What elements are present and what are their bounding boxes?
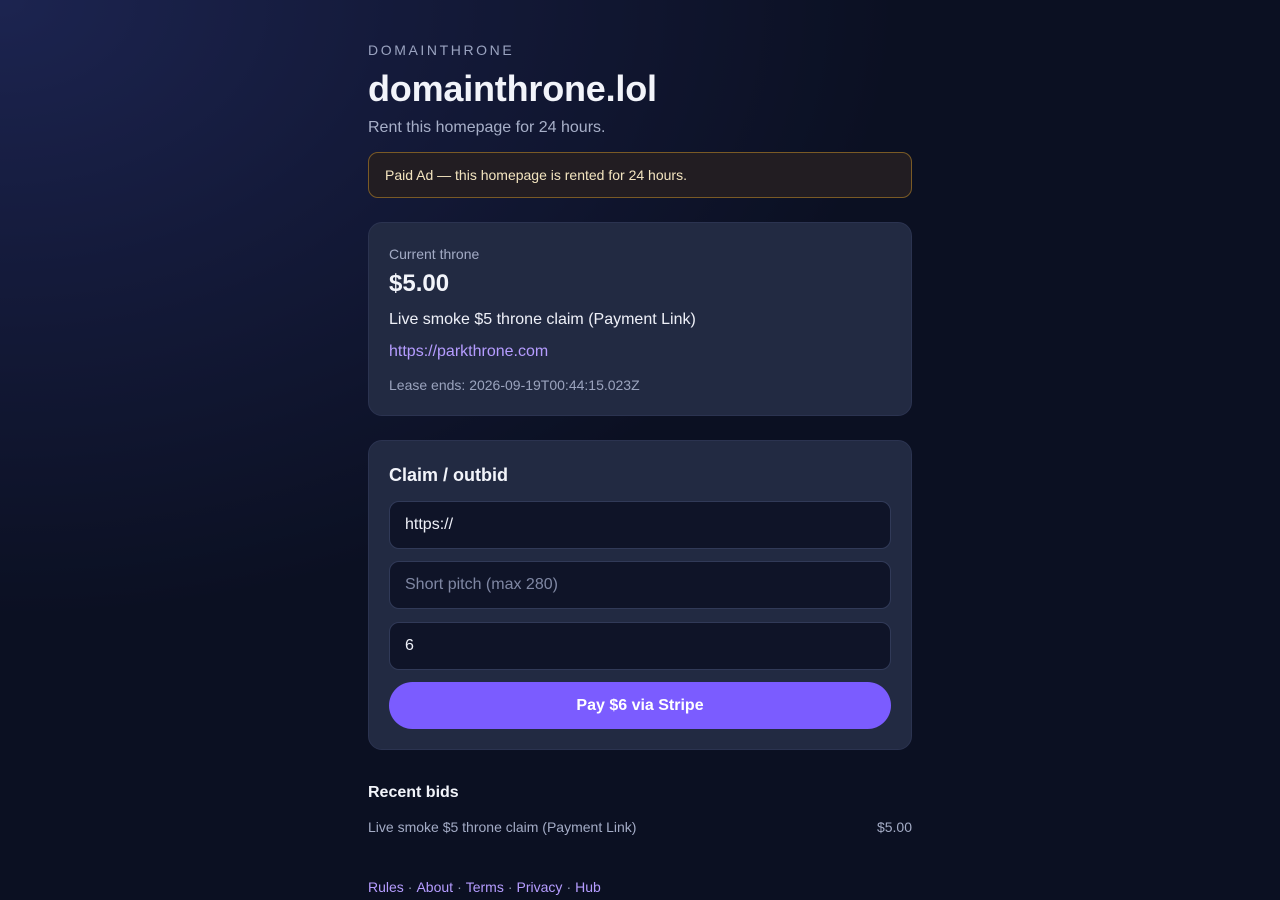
footer-separator: · bbox=[407, 879, 413, 895]
footer-separator: · bbox=[457, 879, 462, 895]
paid-ad-notice-text: Paid Ad — this homepage is rented for 24… bbox=[385, 167, 687, 183]
current-throne-pitch: Live smoke $5 throne claim (Payment Link… bbox=[389, 311, 696, 328]
brand-label: DOMAINTHRONE bbox=[368, 42, 515, 58]
footer-link-terms[interactable]: Terms bbox=[466, 879, 504, 895]
current-throne-card: Current throne $5.00 Live smoke $5 thron… bbox=[368, 222, 912, 416]
footer-nav: Rules · About · Terms · Privacy · Hub bbox=[368, 879, 601, 895]
bid-amount-input[interactable] bbox=[389, 622, 891, 670]
footer-link-rules[interactable]: Rules bbox=[368, 879, 404, 895]
claim-form-card: Claim / outbid Pay $6 via Stripe bbox=[368, 440, 912, 750]
footer-link-about[interactable]: About bbox=[416, 879, 453, 895]
current-throne-link[interactable]: https://parkthrone.com bbox=[389, 343, 548, 361]
footer-link-hub[interactable]: Hub bbox=[575, 879, 601, 895]
pay-stripe-button[interactable]: Pay $6 via Stripe bbox=[389, 682, 891, 729]
lease-ends-value: 2026-09-19T00:44:15.023Z bbox=[469, 377, 640, 393]
current-throne-price: $5.00 bbox=[389, 270, 450, 297]
pitch-input[interactable] bbox=[389, 561, 891, 609]
lease-ends-label: Lease ends: bbox=[389, 377, 466, 393]
claim-form-title: Claim / outbid bbox=[389, 465, 508, 485]
footer-separator: · bbox=[507, 879, 513, 895]
lease-ends: Lease ends: 2026-09-19T00:44:15.023Z bbox=[389, 377, 640, 393]
footer-separator: · bbox=[566, 879, 572, 895]
url-input[interactable] bbox=[389, 501, 891, 549]
list-item: Live smoke $5 throne claim (Payment Link… bbox=[368, 819, 912, 835]
page-subtitle: Rent this homepage for 24 hours. bbox=[368, 119, 606, 136]
paid-ad-notice: Paid Ad — this homepage is rented for 24… bbox=[368, 152, 912, 198]
bid-pitch: Live smoke $5 throne claim (Payment Link… bbox=[368, 819, 637, 835]
footer-link-privacy[interactable]: Privacy bbox=[517, 879, 563, 895]
bid-amount: $5.00 bbox=[876, 819, 912, 835]
recent-bids-title: Recent bids bbox=[368, 784, 459, 801]
page-title: domainthrone.lol bbox=[368, 68, 657, 109]
current-throne-label: Current throne bbox=[389, 246, 480, 262]
